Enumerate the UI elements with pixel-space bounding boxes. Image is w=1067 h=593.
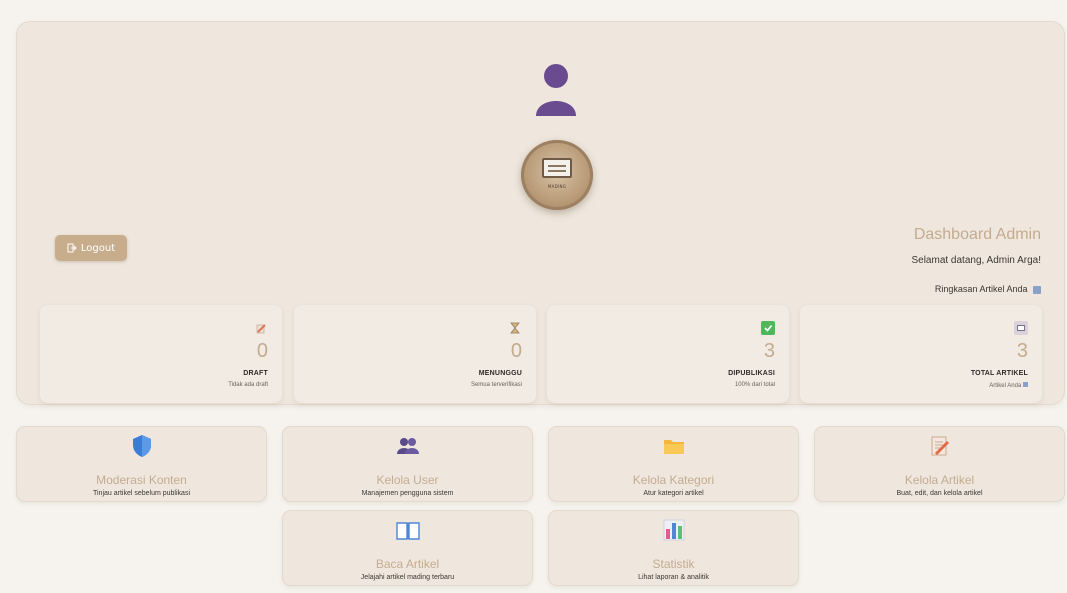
stat-value: 0 (256, 340, 268, 362)
summary-label: Ringkasan Artikel Anda (934, 284, 1028, 294)
stat-card-published: 3 DIPUBLIKASI 100% dari total (547, 305, 789, 403)
stat-value: 3 (763, 340, 775, 362)
menu-card-moderasi-konten[interactable]: Moderasi Konten Tinjau artikel sebelum p… (16, 426, 267, 502)
stat-card-total: 3 TOTAL ARTIKEL Artikel Anda (800, 305, 1042, 403)
stat-label: MENUNGGU (478, 370, 522, 377)
page-title: Dashboard Admin (913, 226, 1041, 243)
logout-button[interactable]: Logout (55, 235, 127, 261)
stat-value: 0 (510, 340, 522, 362)
menu-title: Kelola Kategori (632, 473, 715, 487)
logo-text: MADING (547, 183, 567, 189)
menu-title: Kelola Artikel (904, 473, 975, 487)
logout-label: Logout (80, 242, 116, 254)
hourglass-icon (508, 321, 522, 335)
logout-icon (67, 243, 77, 253)
user-avatar-icon (536, 64, 576, 116)
stat-card-pending: 0 MENUNGGU Semua terverifikasi (294, 305, 536, 403)
stat-label: DRAFT (243, 370, 268, 377)
menu-title: Statistik (652, 557, 695, 571)
menu-title: Kelola User (376, 473, 439, 487)
header-panel: MADING Logout Dashboard Admin Selamat da… (16, 21, 1065, 405)
menu-desc: Jelajahi artikel mading terbaru (360, 574, 455, 581)
menu-card-statistik[interactable]: Statistik Lihat laporan & analitik (548, 510, 799, 586)
check-icon (761, 321, 775, 335)
chart-icon (1023, 382, 1028, 387)
stat-sub: Semua terverifikasi (470, 382, 522, 388)
menu-card-kelola-kategori[interactable]: Kelola Kategori Atur kategori artikel (548, 426, 799, 502)
menu-card-baca-artikel[interactable]: Baca Artikel Jelajahi artikel mading ter… (282, 510, 533, 586)
stat-label: TOTAL ARTIKEL (970, 370, 1028, 377)
shield-icon (132, 435, 151, 457)
newspaper-icon (1014, 321, 1028, 335)
menu-desc: Atur kategori artikel (643, 490, 704, 497)
stat-sub: 100% dari total (734, 382, 775, 388)
summary-heading: Ringkasan Artikel Anda (935, 284, 1041, 294)
menu-desc: Tinjau artikel sebelum publikasi (92, 490, 190, 497)
users-icon (396, 438, 419, 454)
chart-icon (1033, 285, 1041, 294)
stat-label: DIPUBLIKASI (728, 370, 775, 377)
pencil-icon (254, 321, 268, 335)
menu-desc: Manajemen pengguna sistem (361, 490, 454, 497)
mading-logo: MADING (521, 140, 593, 210)
menu-desc: Lihat laporan & analitik (638, 574, 709, 581)
menu-desc: Buat, edit, dan kelola artikel (896, 490, 983, 497)
stat-value: 3 (1016, 340, 1028, 362)
stat-sub: Artikel Anda (989, 382, 1028, 389)
memo-icon (931, 436, 949, 456)
document-icon (542, 157, 572, 178)
menu-card-kelola-user[interactable]: Kelola User Manajemen pengguna sistem (282, 426, 533, 502)
welcome-text: Selamat datang, Admin Arga! (911, 255, 1041, 266)
menu-title: Baca Artikel (375, 557, 440, 571)
stat-sub: Tidak ada draft (228, 382, 268, 388)
book-icon (395, 522, 420, 540)
menu-title: Moderasi Konten (96, 473, 187, 487)
folder-icon (663, 440, 684, 454)
menu-card-kelola-artikel[interactable]: Kelola Artikel Buat, edit, dan kelola ar… (814, 426, 1065, 502)
bar-chart-icon (663, 519, 684, 541)
stat-card-draft: 0 DRAFT Tidak ada draft (40, 305, 282, 403)
